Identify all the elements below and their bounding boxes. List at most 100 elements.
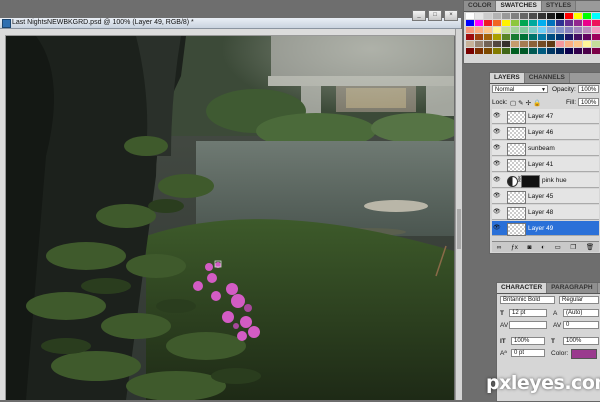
swatch-color[interactable] bbox=[529, 41, 537, 47]
visibility-eye-icon[interactable]: 👁 bbox=[493, 161, 501, 167]
swatch-color[interactable] bbox=[574, 48, 582, 54]
swatch-color[interactable] bbox=[592, 20, 600, 26]
swatch-color[interactable] bbox=[466, 34, 474, 40]
swatch-color[interactable] bbox=[556, 27, 564, 33]
minimize-button[interactable]: _ bbox=[412, 10, 426, 21]
layer-row[interactable]: 👁⛓pink hue bbox=[492, 173, 599, 188]
swatch-color[interactable] bbox=[529, 34, 537, 40]
layer-row[interactable]: 👁 Layer 46 bbox=[492, 125, 599, 140]
lock-icons[interactable]: ▢✎✢🔒 bbox=[510, 99, 543, 107]
kerning-field[interactable] bbox=[509, 321, 547, 329]
fx-icon[interactable]: ƒx bbox=[511, 244, 518, 251]
layer-thumbnail[interactable] bbox=[507, 207, 526, 220]
swatch-color[interactable] bbox=[565, 13, 573, 19]
tab-layers[interactable]: LAYERS bbox=[490, 73, 525, 83]
tab-styles[interactable]: STYLES bbox=[541, 1, 577, 11]
swatch-color[interactable] bbox=[583, 34, 591, 40]
tracking-field[interactable]: 0 bbox=[563, 321, 599, 329]
swatch-color[interactable] bbox=[502, 41, 510, 47]
swatch-color[interactable] bbox=[547, 27, 555, 33]
swatch-color[interactable] bbox=[538, 48, 546, 54]
visibility-eye-icon[interactable]: 👁 bbox=[493, 209, 501, 215]
link-icon[interactable]: ∞ bbox=[497, 244, 502, 251]
swatch-color[interactable] bbox=[511, 48, 519, 54]
swatch-color[interactable] bbox=[574, 27, 582, 33]
layer-row[interactable]: 👁 Layer 48 bbox=[492, 205, 599, 220]
swatch-color[interactable] bbox=[565, 27, 573, 33]
trash-icon[interactable]: 🗑 bbox=[586, 243, 594, 251]
layer-thumbnail[interactable] bbox=[507, 191, 526, 204]
baseline-shift-field[interactable]: 0 pt bbox=[511, 349, 545, 357]
document-canvas[interactable] bbox=[6, 36, 454, 400]
font-size-field[interactable]: 12 pt bbox=[509, 309, 547, 317]
mask-icon[interactable]: ◙ bbox=[528, 244, 532, 251]
swatch-color[interactable] bbox=[538, 13, 546, 19]
swatch-color[interactable] bbox=[547, 13, 555, 19]
swatch-color[interactable] bbox=[466, 48, 474, 54]
visibility-eye-icon[interactable]: 👁 bbox=[493, 177, 501, 183]
swatch-color[interactable] bbox=[538, 41, 546, 47]
swatch-color[interactable] bbox=[583, 48, 591, 54]
swatch-color[interactable] bbox=[493, 13, 501, 19]
swatch-color[interactable] bbox=[484, 27, 492, 33]
swatch-color[interactable] bbox=[475, 48, 483, 54]
swatch-color[interactable] bbox=[556, 41, 564, 47]
swatch-color[interactable] bbox=[511, 34, 519, 40]
restore-button[interactable]: □ bbox=[428, 10, 442, 21]
layer-thumbnail[interactable] bbox=[507, 143, 526, 156]
swatch-color[interactable] bbox=[466, 13, 474, 19]
swatch-color[interactable] bbox=[592, 13, 600, 19]
swatch-color[interactable] bbox=[583, 13, 591, 19]
layer-thumbnail[interactable] bbox=[507, 159, 526, 172]
swatch-color[interactable] bbox=[520, 34, 528, 40]
swatch-color[interactable] bbox=[574, 34, 582, 40]
scroll-thumb[interactable] bbox=[457, 209, 461, 249]
swatch-color[interactable] bbox=[520, 48, 528, 54]
canvas-vertical-scrollbar[interactable] bbox=[455, 29, 462, 400]
layer-thumbnail[interactable] bbox=[507, 111, 526, 124]
swatch-color[interactable] bbox=[574, 20, 582, 26]
swatch-color[interactable] bbox=[547, 20, 555, 26]
swatch-color[interactable] bbox=[574, 41, 582, 47]
swatch-color[interactable] bbox=[475, 41, 483, 47]
group-icon[interactable]: ▭ bbox=[555, 243, 561, 251]
swatch-color[interactable] bbox=[466, 41, 474, 47]
swatch-color[interactable] bbox=[502, 27, 510, 33]
swatch-color[interactable] bbox=[529, 27, 537, 33]
swatch-color[interactable] bbox=[520, 41, 528, 47]
layer-thumbnail[interactable] bbox=[507, 223, 526, 236]
tab-color[interactable]: COLOR bbox=[464, 1, 497, 11]
swatch-color[interactable] bbox=[493, 48, 501, 54]
swatch-color[interactable] bbox=[529, 20, 537, 26]
horizontal-ruler[interactable] bbox=[0, 29, 461, 36]
opacity-field[interactable]: 100% bbox=[578, 85, 599, 93]
swatch-color[interactable] bbox=[583, 41, 591, 47]
swatch-color[interactable] bbox=[493, 20, 501, 26]
layer-mask-thumbnail[interactable] bbox=[521, 175, 540, 188]
blend-mode-select[interactable]: Normal ▼ bbox=[492, 85, 548, 93]
tab-channels[interactable]: CHANNELS bbox=[524, 73, 570, 83]
swatch-color[interactable] bbox=[520, 20, 528, 26]
swatch-color[interactable] bbox=[493, 41, 501, 47]
swatch-color[interactable] bbox=[511, 41, 519, 47]
swatch-color[interactable] bbox=[502, 48, 510, 54]
swatch-color[interactable] bbox=[583, 27, 591, 33]
swatch-color[interactable] bbox=[484, 34, 492, 40]
tab-swatches[interactable]: SWATCHES bbox=[496, 1, 542, 11]
swatch-color[interactable] bbox=[592, 41, 600, 47]
fill-field[interactable]: 100% bbox=[578, 98, 599, 106]
adjustment-icon[interactable]: ◐ bbox=[541, 244, 545, 251]
document-titlebar[interactable]: Last NightsNEWBKGRD.psd @ 100% (Layer 49… bbox=[0, 18, 461, 29]
swatch-color[interactable] bbox=[583, 20, 591, 26]
close-button[interactable]: × bbox=[444, 10, 458, 21]
text-color-swatch[interactable] bbox=[571, 349, 597, 359]
swatch-color[interactable] bbox=[556, 20, 564, 26]
swatch-color[interactable] bbox=[466, 20, 474, 26]
swatch-color[interactable] bbox=[475, 20, 483, 26]
swatch-color[interactable] bbox=[592, 34, 600, 40]
tab-paragraph[interactable]: PARAGRAPH bbox=[547, 283, 598, 293]
swatch-color[interactable] bbox=[574, 13, 582, 19]
swatch-color[interactable] bbox=[511, 13, 519, 19]
swatch-color[interactable] bbox=[547, 41, 555, 47]
visibility-eye-icon[interactable]: 👁 bbox=[493, 225, 501, 231]
